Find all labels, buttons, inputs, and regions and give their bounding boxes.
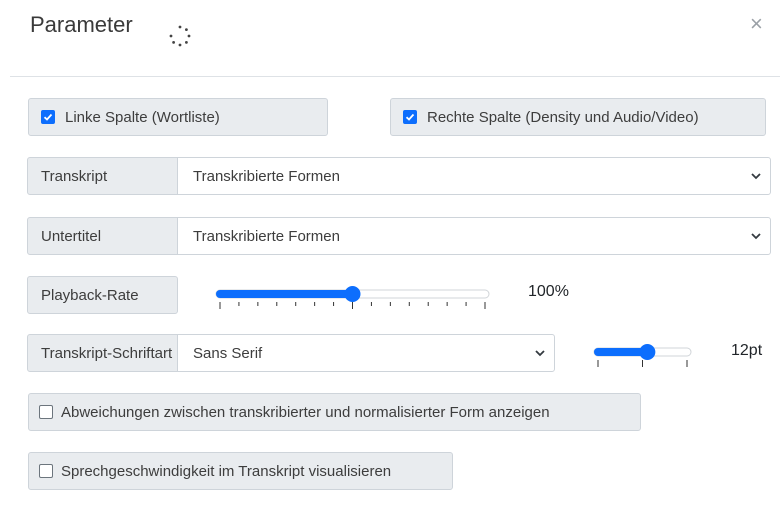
chevron-down-icon [751,173,761,180]
font-select[interactable]: Sans Serif [177,334,555,372]
left-column-label: Linke Spalte (Wortliste) [65,108,220,126]
left-column-toggle[interactable]: Linke Spalte (Wortliste) [28,98,328,136]
chevron-down-icon [751,233,761,240]
speech-speed-toggle[interactable]: Sprechgeschwindigkeit im Transkript visu… [28,452,453,490]
transcript-select[interactable]: Transkribierte Formen [177,157,771,195]
header-divider [10,76,780,77]
playback-rate-slider[interactable] [210,282,495,312]
deviations-checkbox[interactable] [39,405,53,419]
speech-speed-checkbox[interactable] [39,464,53,478]
loading-spinner-icon [169,25,191,47]
playback-rate-label: Playback-Rate [27,276,178,314]
subtitle-select[interactable]: Transkribierte Formen [177,217,771,255]
font-size-slider[interactable] [588,340,696,370]
font-size-value: 12pt [731,342,763,359]
checkmark-icon [405,113,415,121]
right-column-label: Rechte Spalte (Density und Audio/Video) [427,108,699,126]
font-label: Transkript-Schriftart [27,334,178,372]
close-button[interactable]: × [750,11,763,37]
subtitle-label: Untertitel [27,217,178,255]
deviations-label: Abweichungen zwischen transkribierter un… [61,403,550,421]
checkmark-icon [43,113,53,121]
dialog-header: Parameter × [0,0,780,76]
transcript-label: Transkript [27,157,178,195]
right-column-checkbox[interactable] [403,110,417,124]
dialog-title: Parameter [30,12,133,37]
chevron-down-icon [535,350,545,357]
subtitle-selected-value: Transkribierte Formen [193,227,340,245]
speech-speed-label: Sprechgeschwindigkeit im Transkript visu… [61,462,392,480]
left-column-checkbox[interactable] [41,110,55,124]
playback-rate-value: 100% [528,283,569,300]
right-column-toggle[interactable]: Rechte Spalte (Density und Audio/Video) [390,98,766,136]
transcript-selected-value: Transkribierte Formen [193,167,340,185]
deviations-toggle[interactable]: Abweichungen zwischen transkribierter un… [28,393,641,431]
font-selected-value: Sans Serif [193,344,263,362]
